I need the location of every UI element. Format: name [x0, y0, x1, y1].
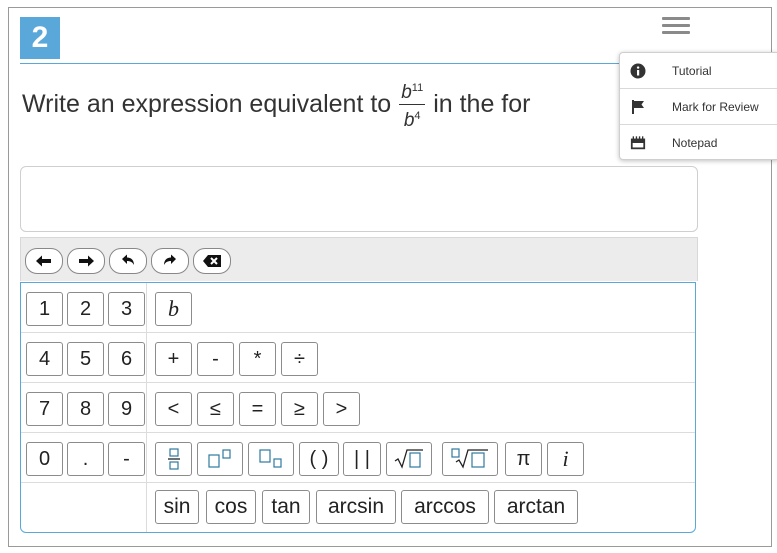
key-variable-b[interactable]: b — [155, 292, 192, 326]
equation-toolbar — [20, 237, 698, 281]
key-subscript[interactable] — [248, 442, 294, 476]
question-number-badge: 2 — [20, 17, 60, 59]
question-text-after: in the for — [433, 90, 531, 118]
header-divider — [20, 63, 696, 64]
key-parentheses[interactable]: ( ) — [299, 442, 339, 476]
square-root-icon — [394, 449, 423, 469]
nth-root-icon — [451, 448, 488, 469]
menu-item-notepad[interactable]: Notepad — [620, 125, 777, 160]
key-9[interactable]: 9 — [108, 392, 145, 426]
key-tan[interactable]: tan — [262, 490, 310, 524]
key-equals[interactable]: = — [239, 392, 276, 426]
key-divide[interactable]: ÷ — [281, 342, 318, 376]
key-greater-than[interactable]: > — [323, 392, 360, 426]
key-multiply[interactable]: * — [239, 342, 276, 376]
undo-icon[interactable] — [109, 248, 147, 274]
key-2[interactable]: 2 — [67, 292, 104, 326]
key-5[interactable]: 5 — [67, 342, 104, 376]
key-1[interactable]: 1 — [26, 292, 63, 326]
key-3[interactable]: 3 — [108, 292, 145, 326]
key-negative[interactable]: - — [108, 442, 145, 476]
fraction: b11 b4 — [399, 78, 426, 131]
redo-icon[interactable] — [151, 248, 189, 274]
question-text: Write an expression equivalent to b11 b4… — [22, 78, 530, 131]
key-7[interactable]: 7 — [26, 392, 63, 426]
hamburger-menu-icon[interactable] — [659, 13, 693, 39]
key-absolute-value[interactable]: | | — [343, 442, 381, 476]
context-menu: Tutorial Mark for Review Notepad — [619, 52, 777, 160]
row-divider — [21, 482, 695, 483]
left-arrow-icon[interactable] — [25, 248, 63, 274]
key-imaginary-i[interactable]: i — [547, 442, 584, 476]
key-arctan[interactable]: arctan — [494, 490, 578, 524]
question-text-before: Write an expression equivalent to — [22, 90, 392, 118]
key-plus[interactable]: + — [155, 342, 192, 376]
key-cos[interactable]: cos — [206, 490, 256, 524]
row-divider — [21, 382, 695, 383]
key-8[interactable]: 8 — [67, 392, 104, 426]
row-divider — [21, 332, 695, 333]
key-4[interactable]: 4 — [26, 342, 63, 376]
menu-item-label: Mark for Review — [672, 99, 759, 114]
key-superscript[interactable] — [197, 442, 243, 476]
key-fraction[interactable] — [155, 442, 192, 476]
answer-input[interactable] — [20, 166, 698, 232]
key-less-than[interactable]: < — [155, 392, 192, 426]
key-arcsin[interactable]: arcsin — [316, 490, 396, 524]
flag-icon — [630, 99, 646, 115]
key-pi[interactable]: π — [505, 442, 542, 476]
key-sin[interactable]: sin — [155, 490, 199, 524]
key-0[interactable]: 0 — [26, 442, 63, 476]
fraction-denominator: b4 — [403, 110, 421, 131]
fraction-numerator: b11 — [399, 78, 426, 105]
superscript-icon — [208, 449, 231, 468]
notepad-icon — [630, 135, 646, 151]
menu-item-tutorial[interactable]: Tutorial — [620, 53, 777, 89]
fraction-icon — [167, 448, 180, 470]
key-minus[interactable]: - — [197, 342, 234, 376]
row-divider — [21, 432, 695, 433]
keypad-divider — [146, 283, 147, 532]
menu-item-label: Tutorial — [672, 63, 712, 78]
delete-icon[interactable] — [193, 248, 231, 274]
menu-item-label: Notepad — [672, 135, 718, 150]
key-square-root[interactable] — [386, 442, 432, 476]
info-icon — [630, 63, 646, 79]
key-greater-equal[interactable]: ≥ — [281, 392, 318, 426]
equation-keypad: 1 2 3 4 5 6 7 8 9 0 . - b + - * ÷ < ≤ = … — [20, 282, 696, 533]
key-6[interactable]: 6 — [108, 342, 145, 376]
key-nth-root[interactable] — [442, 442, 498, 476]
subscript-icon — [259, 449, 282, 468]
menu-item-mark-for-review[interactable]: Mark for Review — [620, 89, 777, 125]
key-arccos[interactable]: arccos — [401, 490, 489, 524]
right-arrow-icon[interactable] — [67, 248, 105, 274]
key-less-equal[interactable]: ≤ — [197, 392, 234, 426]
key-decimal[interactable]: . — [67, 442, 104, 476]
